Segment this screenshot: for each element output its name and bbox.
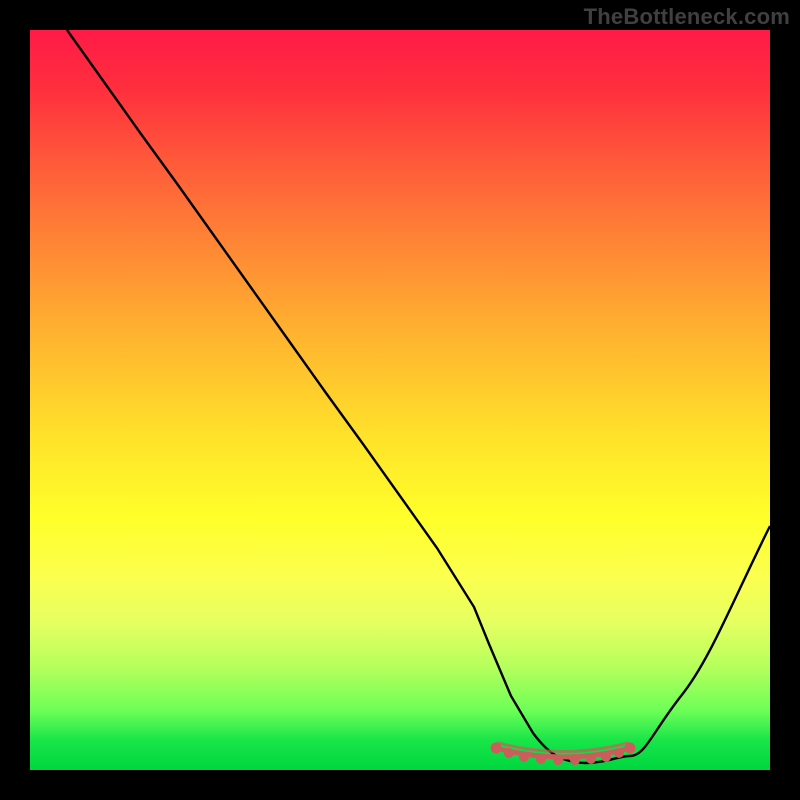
watermark-text: TheBottleneck.com <box>584 4 790 30</box>
curve-layer <box>30 30 770 770</box>
optimal-band-markers <box>491 743 635 765</box>
gradient-plot-area <box>30 30 770 770</box>
bottleneck-curve <box>67 30 770 763</box>
chart-stage: TheBottleneck.com <box>0 0 800 800</box>
